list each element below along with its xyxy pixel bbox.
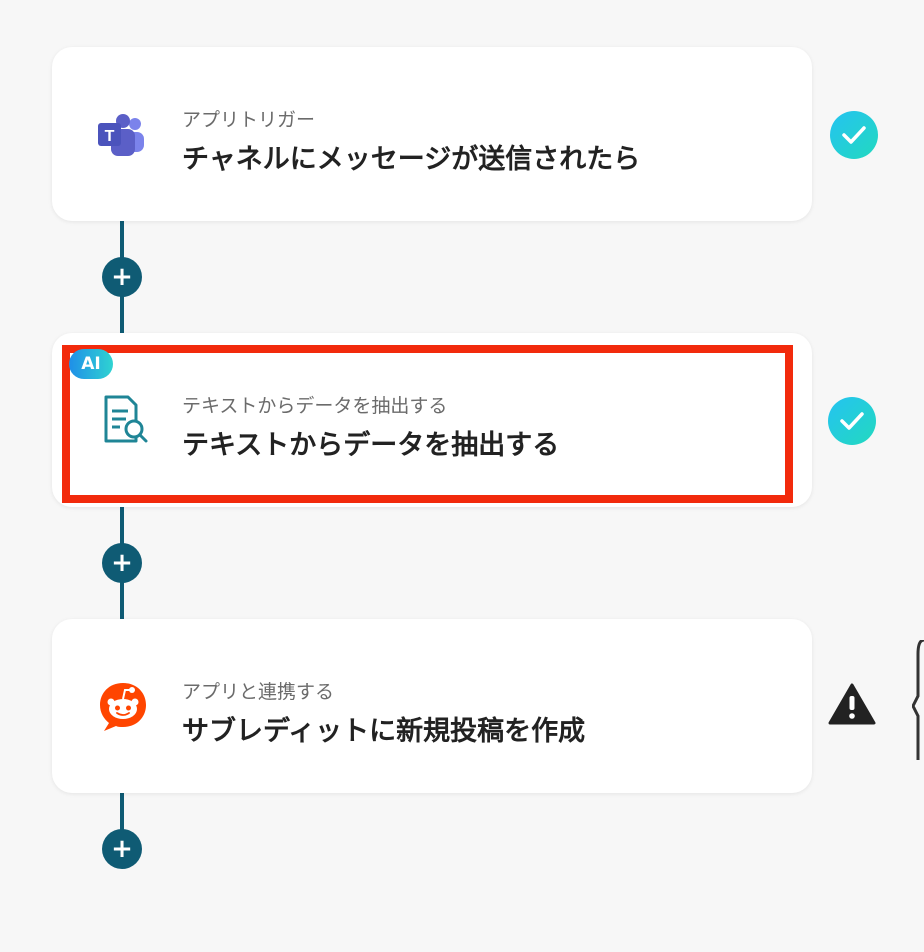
side-panel-handle[interactable]	[911, 638, 924, 760]
reddit-icon	[96, 679, 150, 733]
step-subtitle: アプリトリガー	[182, 109, 316, 131]
document-search-icon	[96, 393, 150, 447]
completed-check-icon	[828, 397, 876, 445]
add-step-button[interactable]: +	[102, 543, 142, 583]
step-title: チャネルにメッセージが送信されたら	[182, 144, 641, 175]
ai-badge: AI	[69, 349, 113, 379]
step-subtitle: テキストからデータを抽出する	[182, 395, 448, 417]
connector-line	[120, 793, 124, 833]
completed-check-icon	[830, 111, 878, 159]
step-title: サブレディットに新規投稿を作成	[182, 716, 586, 747]
step-subtitle: アプリと連携する	[182, 681, 335, 703]
microsoft-teams-icon: T	[96, 109, 150, 163]
warning-icon	[827, 682, 877, 726]
step-card-ai-extract[interactable]: AI テキストからデータを抽出する テキストからデータを抽出する	[52, 333, 812, 507]
step-title: テキストからデータを抽出する	[182, 430, 560, 461]
add-step-button[interactable]: +	[102, 257, 142, 297]
step-card-reddit-post[interactable]: アプリと連携する サブレディットに新規投稿を作成	[52, 619, 812, 793]
svg-text:T: T	[105, 128, 115, 145]
add-step-button[interactable]: +	[102, 829, 142, 869]
step-card-teams-trigger[interactable]: T アプリトリガー チャネルにメッセージが送信されたら	[52, 47, 812, 221]
